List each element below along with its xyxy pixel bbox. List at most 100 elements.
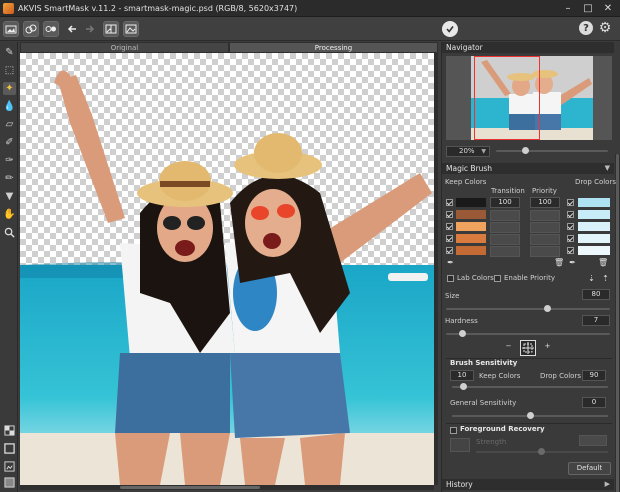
keep-color-checkbox[interactable] — [446, 247, 453, 254]
background-button[interactable] — [123, 21, 139, 37]
keep-color-checkbox[interactable] — [446, 199, 453, 206]
drop-color-swatch[interactable] — [578, 198, 610, 207]
priority-label: Priority — [532, 187, 557, 195]
drop-color-swatch[interactable] — [578, 222, 610, 231]
run-button[interactable] — [442, 21, 458, 37]
magic-brush-title: Magic Brush — [446, 164, 493, 173]
drop-color-checkbox[interactable] — [567, 211, 574, 218]
transition-value[interactable]: 100 — [490, 197, 520, 208]
chisel-icon: ✏ — [5, 173, 14, 184]
navigator-preview[interactable] — [446, 56, 612, 140]
hand-tool[interactable]: ✋ — [3, 208, 16, 221]
window-title: AKVIS SmartMask v.11.2 - smartmask-magic… — [18, 3, 298, 13]
selection-tool[interactable]: ⬚ — [3, 64, 16, 77]
history-brush-tool[interactable]: ✑ — [3, 154, 16, 167]
keep-color-swatch[interactable] — [456, 222, 486, 231]
keep-delete-icon[interactable]: 🗑 — [554, 258, 564, 267]
general-sensitivity-value[interactable]: 0 — [582, 397, 606, 408]
panel-scrollbar[interactable] — [615, 154, 620, 492]
export-button[interactable] — [43, 21, 59, 37]
color-background-toggle[interactable] — [3, 476, 16, 489]
maximize-button[interactable]: □ — [580, 0, 596, 16]
scroll-thumb[interactable] — [120, 486, 260, 489]
magic-brush-header[interactable]: Magic Brush ▼ — [442, 163, 614, 174]
keep-color-checkbox[interactable] — [446, 235, 453, 242]
drop-color-swatch[interactable] — [578, 234, 610, 243]
app-logo-icon — [3, 2, 14, 14]
keep-color-checkbox[interactable] — [446, 211, 453, 218]
before-after-button[interactable] — [103, 21, 119, 37]
keep-brush-tool[interactable]: ✎ — [3, 46, 16, 59]
strength-value — [579, 435, 607, 446]
transparency-grid-toggle[interactable] — [3, 424, 16, 437]
minimize-button[interactable]: – — [560, 0, 576, 16]
keep-eyedropper-icon[interactable]: ✒ — [446, 258, 455, 267]
drop-eyedropper-icon[interactable]: ✒ — [568, 258, 577, 267]
drop-color-swatch[interactable] — [578, 246, 610, 255]
open-image-button[interactable] — [3, 21, 19, 37]
keep-drop-sensitivity-knob[interactable] — [460, 383, 467, 390]
size-slider-knob[interactable] — [544, 305, 552, 312]
zoom-slider-knob[interactable] — [522, 147, 529, 154]
priority-value[interactable]: 100 — [530, 197, 560, 208]
hardness-value[interactable]: 7 — [582, 315, 610, 326]
image-background-toggle[interactable] — [3, 460, 16, 473]
panel-scroll-thumb[interactable] — [616, 154, 619, 492]
lab-colors-checkbox[interactable] — [447, 275, 454, 282]
blur-tool[interactable]: ✐ — [3, 136, 16, 149]
zoom-tool[interactable] — [3, 226, 16, 239]
settings-button[interactable]: ⚙ — [597, 20, 613, 36]
redo-button[interactable] — [82, 21, 98, 37]
drop-tool[interactable]: 💧 — [3, 100, 16, 113]
general-sensitivity-knob[interactable] — [526, 412, 534, 419]
drop-sensitivity-value[interactable]: 90 — [582, 370, 606, 381]
keep-drop-sensitivity-slider[interactable] — [452, 386, 608, 388]
hardness-slider-knob[interactable] — [458, 330, 466, 337]
keep-color-swatch[interactable] — [456, 198, 486, 207]
dashed-square-icon: ⬚ — [4, 65, 15, 76]
white-background-toggle[interactable] — [3, 442, 16, 455]
canvas-vertical-scrollbar[interactable] — [434, 53, 438, 485]
zoom-select[interactable]: 20% ▼ — [446, 146, 490, 157]
keep-color-checkbox[interactable] — [446, 223, 453, 230]
keep-color-swatch[interactable] — [456, 234, 486, 243]
close-button[interactable]: ✕ — [600, 0, 616, 16]
hardness-slider[interactable] — [446, 333, 610, 335]
drop-color-swatch[interactable] — [578, 210, 610, 219]
image-canvas[interactable] — [20, 53, 434, 485]
default-button[interactable]: Default — [568, 462, 611, 475]
chisel-tool[interactable]: ✏ — [3, 172, 16, 185]
magic-brush-tool[interactable]: ✦ — [3, 82, 16, 95]
zoom-slider[interactable] — [496, 150, 608, 152]
size-slider[interactable] — [446, 308, 610, 310]
navigator-header[interactable]: Navigator — [442, 42, 614, 53]
undo-button[interactable] — [64, 21, 80, 37]
enable-priority-checkbox[interactable] — [494, 275, 501, 282]
drop-color-checkbox[interactable] — [567, 235, 574, 242]
eraser-tool[interactable]: ▱ — [3, 118, 16, 131]
keep-color-swatch[interactable] — [456, 210, 486, 219]
increase-brush-button[interactable]: + — [542, 342, 553, 353]
history-header[interactable]: History ▶ — [442, 479, 614, 490]
drop-color-checkbox[interactable] — [567, 247, 574, 254]
disabled-value-cell — [490, 210, 520, 221]
help-button[interactable]: ? — [579, 21, 593, 35]
size-value[interactable]: 80 — [582, 289, 610, 300]
keep-sensitivity-value[interactable]: 10 — [450, 370, 474, 381]
tab-processing[interactable]: Processing — [229, 42, 438, 53]
keep-color-swatch[interactable] — [456, 246, 486, 255]
canvas-horizontal-scrollbar[interactable] — [20, 485, 434, 490]
drop-color-checkbox[interactable] — [567, 199, 574, 206]
brush-preview-icon — [522, 342, 534, 354]
save-image-button[interactable] — [23, 21, 39, 37]
navigator-viewport-frame[interactable] — [474, 56, 540, 140]
bucket-tool[interactable]: ▼ — [3, 190, 16, 203]
foreground-recovery-checkbox[interactable] — [450, 427, 457, 434]
decrease-brush-button[interactable]: − — [503, 342, 514, 353]
save-colors-icon[interactable]: ⇡ — [601, 274, 610, 283]
drop-color-checkbox[interactable] — [567, 223, 574, 230]
view-tabs: Original Processing — [20, 42, 438, 53]
load-colors-icon[interactable]: ⇣ — [587, 274, 596, 283]
drop-delete-icon[interactable]: 🗑 — [598, 258, 608, 267]
tab-original[interactable]: Original — [20, 42, 229, 53]
